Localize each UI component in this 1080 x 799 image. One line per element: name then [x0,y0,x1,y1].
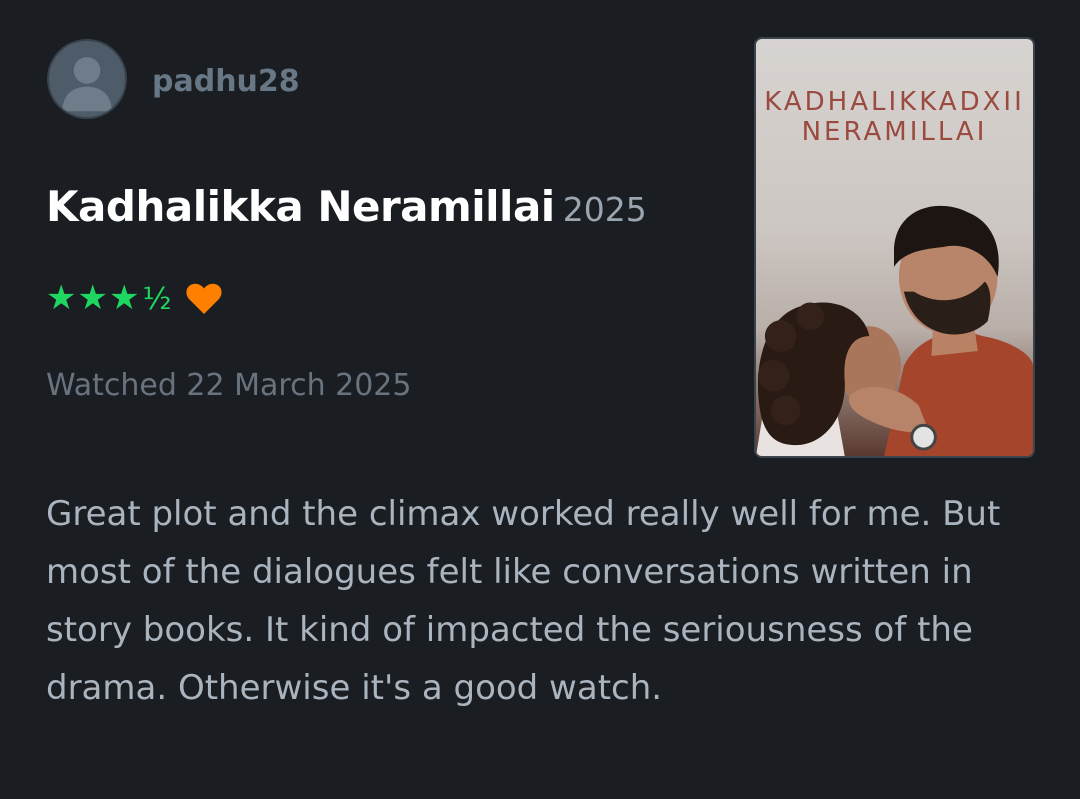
star-rating: ★★★½ [46,273,173,325]
film-year-link[interactable]: 2025 [563,190,647,229]
poster-artwork [756,205,1033,456]
film-title-link[interactable]: Kadhalikka Neramillai [46,182,555,231]
username-link[interactable]: padhu28 [152,60,300,104]
heart-icon [185,283,222,314]
film-heading: Kadhalikka Neramillai 2025 [46,178,647,245]
rating-row: ★★★½ [46,274,223,324]
default-user-avatar-icon [62,57,112,112]
film-poster[interactable]: KADHALIKKADXII NERAMILLAI [754,37,1035,458]
user-avatar[interactable] [47,39,127,119]
half-star: ½ [142,282,173,317]
review-text: Great plot and the climax worked really … [46,494,1001,708]
full-stars: ★★★ [46,278,141,318]
watched-date: Watched 22 March 2025 [46,368,412,403]
